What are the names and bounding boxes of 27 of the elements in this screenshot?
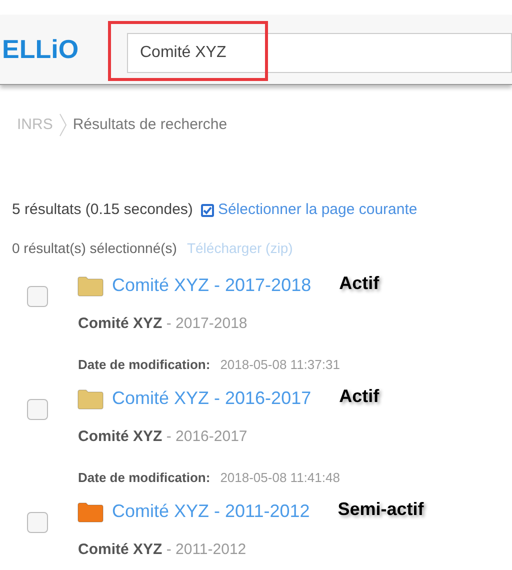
result-title-link[interactable]: Comité XYZ - 2011-2012 — [112, 498, 310, 525]
search-field[interactable]: Comité XYZ — [127, 32, 512, 72]
folder-icon — [77, 500, 104, 522]
result-title-link[interactable]: Comité XYZ - 2017-2018 — [112, 272, 312, 299]
result-checkbox[interactable] — [27, 398, 48, 420]
selected-count: 0 résultat(s) sélectionné(s) — [12, 238, 177, 258]
result-title-link[interactable]: Comité XYZ - 2016-2017 — [112, 385, 312, 412]
result-checkbox[interactable] — [27, 286, 48, 306]
date-value: 2018-05-08 11:41:48 — [220, 469, 340, 487]
breadcrumb-link[interactable]: INRS — [17, 114, 53, 136]
folder-icon — [77, 274, 104, 296]
status-label: Actif — [339, 385, 380, 408]
status-label: Semi-actif — [338, 498, 424, 521]
date-value: 2018-05-08 11:37:31 — [220, 356, 340, 374]
select-page-link[interactable]: Sélectionner la page courante — [200, 199, 418, 222]
folder-icon — [77, 388, 104, 410]
status-label: Actif — [339, 272, 380, 295]
result-checkbox[interactable] — [27, 512, 48, 532]
result-count: 5 résultats (0.15 secondes) — [12, 200, 193, 220]
logo: ELLiO — [2, 33, 80, 66]
breadcrumb-current: Résultats de recherche — [72, 114, 228, 135]
date-label: Date de modification: — [78, 356, 210, 374]
result-subtitle: Comité XYZ - 2017-2018 — [78, 314, 248, 334]
date-label: Date de modification: — [78, 469, 210, 487]
chevron-icon — [58, 113, 67, 137]
result-subtitle: Comité XYZ - 2011-2012 — [78, 540, 248, 560]
result-subtitle: Comité XYZ - 2016-2017 — [78, 426, 248, 446]
